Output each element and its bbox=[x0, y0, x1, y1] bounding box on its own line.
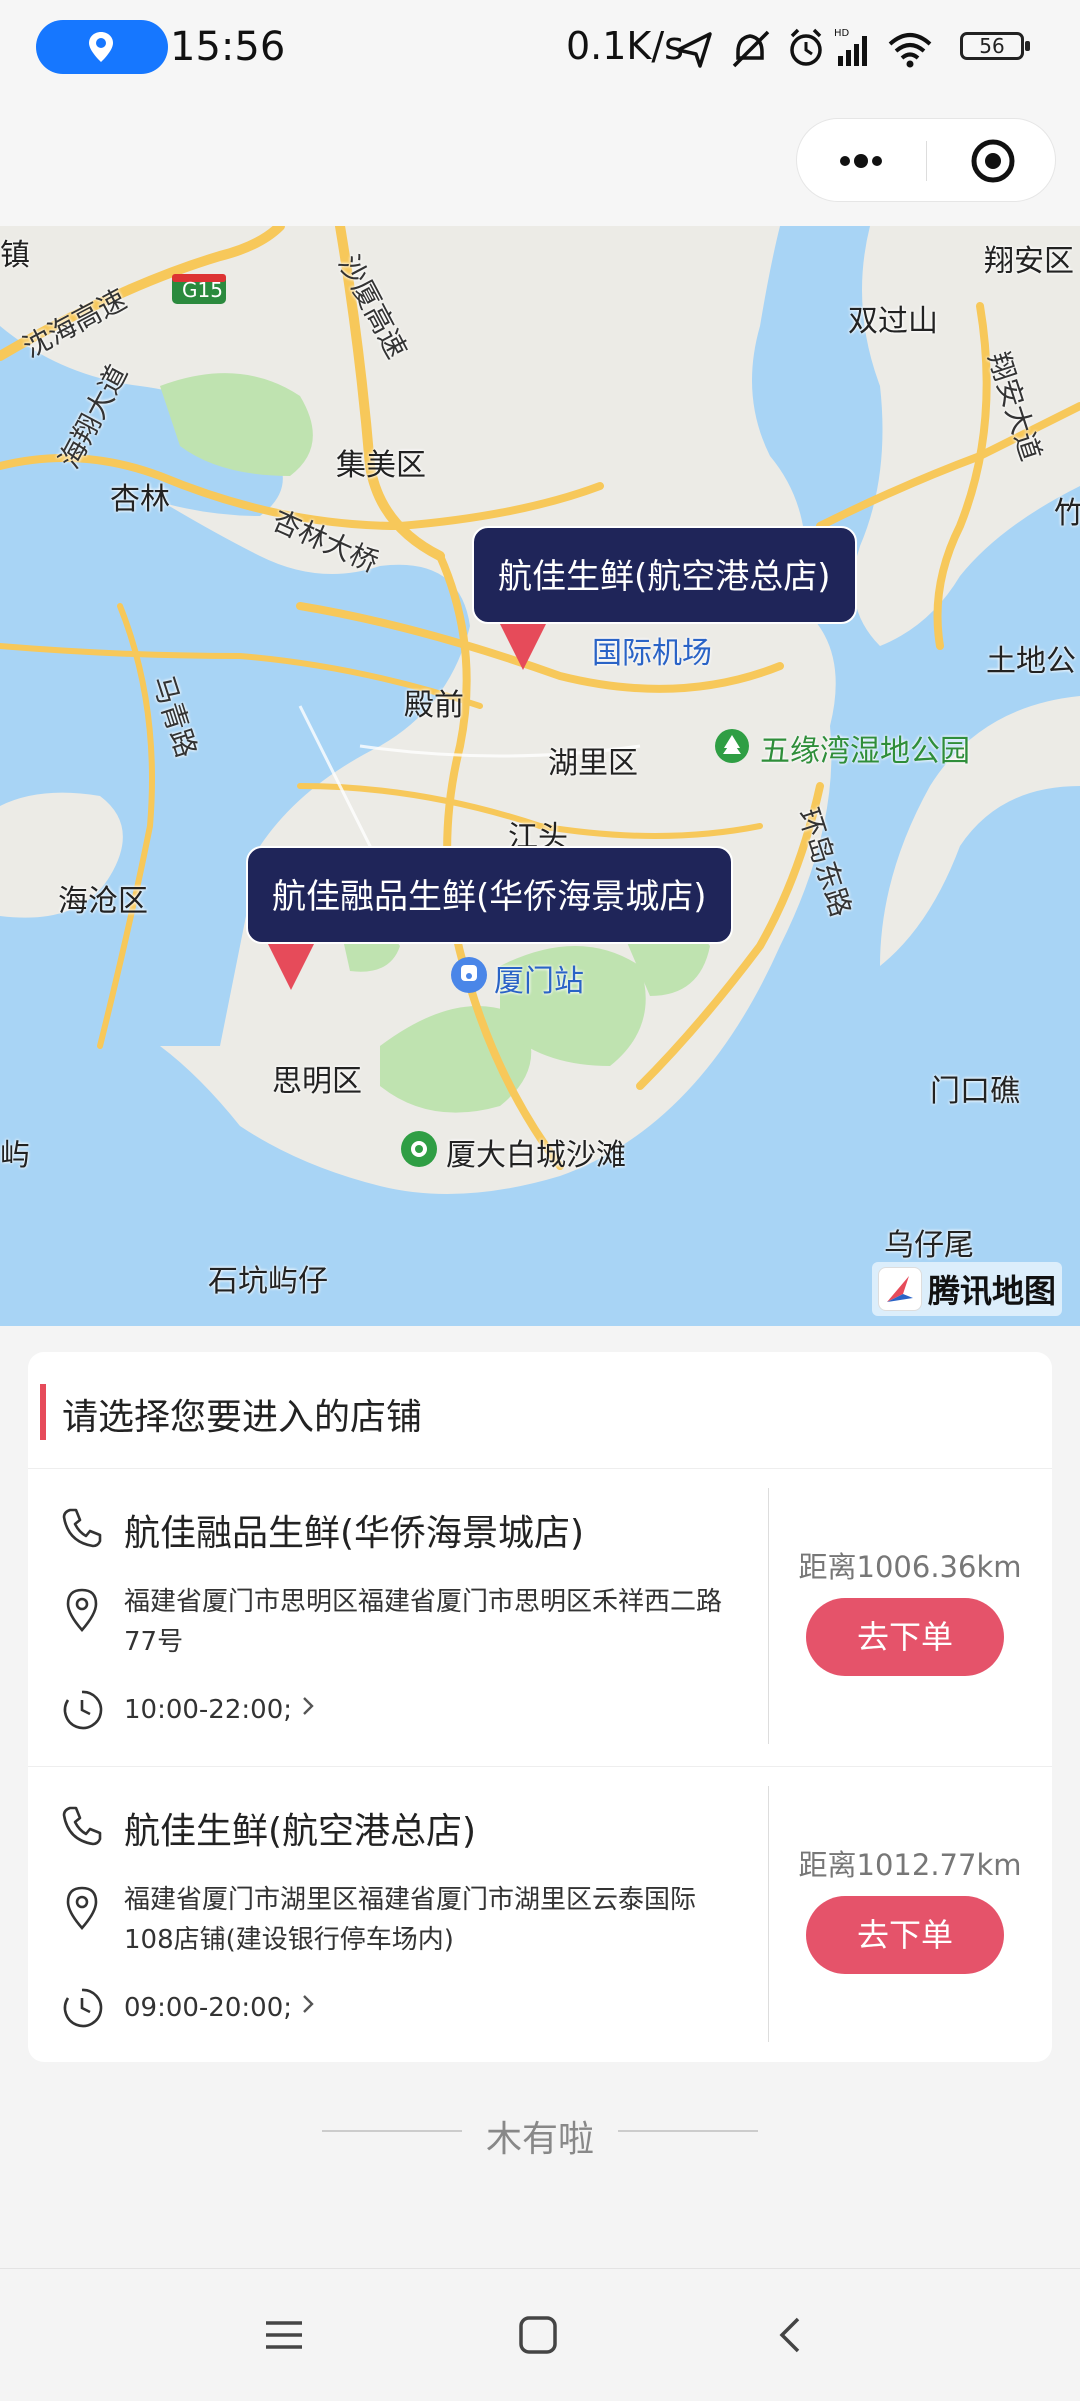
battery-icon: 56 bbox=[960, 32, 1030, 60]
train-station-icon bbox=[451, 957, 487, 993]
alarm-icon bbox=[790, 28, 822, 66]
location-icon bbox=[66, 1588, 98, 1632]
chevron-right-icon bbox=[303, 1995, 314, 2013]
clock-icon bbox=[63, 1690, 103, 1730]
map-label-xiamen-station: 厦门站 bbox=[494, 964, 584, 999]
mute-icon bbox=[732, 30, 770, 68]
store-pin-icon[interactable] bbox=[500, 624, 546, 670]
park-tree-icon bbox=[715, 729, 749, 763]
store-hours-text: 09:00-20:00; bbox=[124, 1993, 292, 2023]
chevron-right-icon bbox=[303, 1697, 314, 1715]
store-item[interactable]: 航佳生鲜(航空港总店) 福建省厦门市湖里区福建省厦门市湖里区云泰国际108店铺(… bbox=[28, 1766, 1052, 2062]
store-hours[interactable]: 09:00-20:00; bbox=[124, 1992, 316, 2023]
menu-icon[interactable] bbox=[262, 2313, 306, 2357]
map-view[interactable]: G15 镇 翔安区 双过山 竹 沈海高速 沙厦高速 海翔大道 翔安大道 集美区 … bbox=[0, 226, 1080, 1326]
status-icons: HD bbox=[676, 28, 932, 68]
list-end-indicator: 木有啦 bbox=[0, 2102, 1080, 2162]
back-chevron-icon[interactable] bbox=[770, 2313, 814, 2357]
map-label-haicang: 海沧区 bbox=[58, 884, 148, 919]
store-name: 航佳融品生鲜(华侨海景城店) bbox=[124, 1513, 585, 1554]
status-bar: 15:56 0.1K/s HD 56 bbox=[0, 0, 1080, 100]
map-label-siming: 思明区 bbox=[272, 1064, 362, 1099]
list-end-text: 木有啦 bbox=[485, 2119, 594, 2160]
store-hours-text: 10:00-22:00; bbox=[124, 1695, 292, 1725]
map-label-edge-zhen: 镇 bbox=[0, 238, 30, 273]
store-address: 福建省厦门市湖里区福建省厦门市湖里区云泰国际108店铺(建设银行停车场内) bbox=[124, 1885, 697, 1955]
wifi-icon bbox=[888, 33, 932, 68]
location-pin-icon bbox=[89, 32, 113, 62]
phone-icon[interactable] bbox=[60, 1804, 104, 1848]
store-distance: 距离1006.36km bbox=[798, 1550, 1022, 1584]
map-label-xiangan: 翔安区 bbox=[984, 244, 1074, 279]
map-label-xinglin: 杏林 bbox=[110, 482, 170, 517]
status-time: 15:56 bbox=[170, 24, 286, 70]
map-label-jimei: 集美区 bbox=[336, 448, 426, 483]
clock-icon bbox=[63, 1988, 103, 2028]
map-label-airport: 国际机场 bbox=[592, 636, 712, 671]
more-dots-icon[interactable] bbox=[831, 139, 891, 183]
store-item[interactable]: 航佳融品生鲜(华侨海景城店) 福建省厦门市思明区福建省厦门市思明区禾祥西二路77… bbox=[28, 1468, 1052, 1767]
location-icon bbox=[66, 1886, 98, 1930]
watermark-text: 腾讯地图 bbox=[927, 1272, 1056, 1310]
svg-text:HD: HD bbox=[834, 28, 850, 39]
map-label-xiada-beach: 厦大白城沙滩 bbox=[446, 1138, 626, 1173]
map-label-dianqian: 殿前 bbox=[404, 688, 464, 723]
home-square-icon[interactable] bbox=[516, 2313, 560, 2357]
order-button[interactable]: 去下单 bbox=[806, 1598, 1004, 1676]
store-list-title: 请选择您要进入的店铺 bbox=[62, 1397, 423, 1438]
order-button[interactable]: 去下单 bbox=[806, 1896, 1004, 1974]
target-circle-icon[interactable] bbox=[965, 137, 1021, 185]
store-hours[interactable]: 10:00-22:00; bbox=[124, 1694, 316, 1725]
store-list-header: 请选择您要进入的店铺 bbox=[28, 1352, 1052, 1469]
map-label-wuyuanwan: 五缘湾湿地公园 bbox=[760, 734, 970, 769]
beach-poi-icon bbox=[401, 1131, 437, 1167]
map-label-menkoujiao: 门口礁 bbox=[930, 1074, 1020, 1109]
capsule-menu bbox=[796, 118, 1056, 202]
capsule-divider bbox=[926, 141, 927, 181]
network-speed: 0.1K/s bbox=[566, 24, 684, 68]
store-divider bbox=[768, 1786, 769, 2042]
map-label-edge-zhu: 竹 bbox=[1054, 496, 1080, 531]
phone-icon[interactable] bbox=[60, 1506, 104, 1550]
map-label-shikeng: 石坑屿仔 bbox=[208, 1264, 328, 1299]
signal-icon: HD bbox=[834, 28, 867, 66]
map-callout-store[interactable]: 航佳生鲜(航空港总店) bbox=[472, 526, 857, 624]
title-accent-bar bbox=[40, 1384, 46, 1440]
location-arrow-icon bbox=[676, 32, 712, 68]
store-divider bbox=[768, 1488, 769, 1744]
end-line-right bbox=[618, 2130, 758, 2132]
store-name: 航佳生鲜(航空港总店) bbox=[124, 1811, 477, 1852]
store-list-card: 请选择您要进入的店铺 航佳融品生鲜(华侨海景城店) 福建省厦门市思明区福建省厦门… bbox=[28, 1352, 1052, 2062]
map-label-wuzaiwei: 乌仔尾 bbox=[884, 1228, 974, 1263]
map-label-huli: 湖里区 bbox=[548, 746, 638, 781]
store-pin-icon[interactable] bbox=[268, 944, 314, 990]
map-label-edge-yu: 屿 bbox=[0, 1138, 30, 1173]
tencent-map-logo-icon bbox=[877, 1267, 922, 1311]
map-callout-store[interactable]: 航佳融品生鲜(华侨海景城店) bbox=[246, 846, 733, 944]
system-nav-bar bbox=[0, 2268, 1080, 2401]
g15-shield-label: G15 bbox=[182, 278, 223, 302]
mini-program-header bbox=[0, 100, 1080, 226]
store-address: 福建省厦门市思明区福建省厦门市思明区禾祥西二路77号 bbox=[124, 1587, 723, 1657]
location-indicator[interactable] bbox=[36, 20, 168, 74]
map-watermark: 腾讯地图 bbox=[871, 1262, 1062, 1316]
map-label-tudigong: 土地公 bbox=[986, 644, 1076, 679]
store-distance: 距离1012.77km bbox=[798, 1848, 1022, 1882]
map-label-shuangguoshan: 双过山 bbox=[848, 304, 938, 339]
